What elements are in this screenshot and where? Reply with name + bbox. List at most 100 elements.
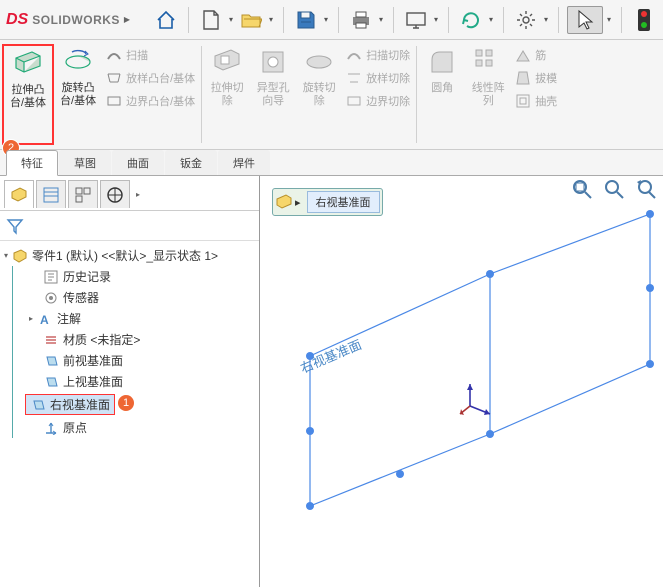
monitor-icon (405, 10, 427, 30)
part-icon (12, 248, 28, 264)
tab-sheetmetal[interactable]: 钣金 (165, 150, 217, 175)
panel-chevron-icon[interactable]: ▸ (132, 190, 144, 199)
filter-icon[interactable] (6, 217, 24, 235)
boundary-cut-button[interactable]: 边界切除 (346, 90, 410, 112)
fillet-button[interactable]: 圆角 (419, 44, 465, 145)
rebuild-button[interactable] (457, 6, 485, 34)
boundary-cut-icon (346, 93, 362, 109)
fillet-label: 圆角 (431, 82, 453, 95)
draft-icon (515, 70, 531, 86)
shell-label: 抽壳 (535, 93, 557, 109)
annotation-icon: A (37, 311, 53, 327)
tree-top-plane-label: 上视基准面 (63, 373, 123, 390)
plane-icon (43, 353, 59, 369)
draft-button[interactable]: 拔模 (515, 67, 557, 89)
tab-surfaces[interactable]: 曲面 (112, 150, 164, 175)
feature-tree-tab[interactable] (4, 180, 34, 208)
tree-top-plane[interactable]: 上视基准面 (25, 371, 257, 392)
revolve-cut-icon (303, 46, 335, 78)
tree-right-plane-label: 右视基准面 (50, 396, 110, 413)
revolve-cut-label: 旋转切 除 (303, 82, 336, 108)
tree-front-plane[interactable]: 前视基准面 (25, 350, 257, 371)
save-button[interactable] (292, 6, 320, 34)
sweep-button[interactable]: 扫描 (106, 44, 195, 66)
chevron-down-icon[interactable]: ▾ (322, 15, 330, 24)
tree-root-label: 零件1 (默认) <<默认>_显示状态 1> (32, 247, 218, 264)
loft-boss-label: 放样凸台/基体 (126, 70, 195, 86)
config-icon (74, 186, 92, 204)
sweep-cut-label: 扫描切除 (366, 47, 410, 63)
chevron-down-icon[interactable]: ▾ (432, 15, 440, 24)
tree-origin[interactable]: 原点 (25, 417, 257, 438)
callout-1-badge: 1 (118, 395, 134, 411)
loft-icon (106, 70, 122, 86)
linear-pattern-label: 线性阵 列 (472, 82, 505, 108)
tree-annotations[interactable]: ▸ A 注解 (25, 308, 257, 329)
tree-root[interactable]: ▾ 零件1 (默认) <<默认>_显示状态 1> (2, 245, 257, 266)
expand-icon[interactable]: ▸ (29, 314, 33, 323)
chevron-right-icon[interactable]: ▶ (124, 15, 130, 24)
sweep-label: 扫描 (126, 47, 148, 63)
rib-button[interactable]: 筋 (515, 44, 557, 66)
print-button[interactable] (347, 6, 375, 34)
tree-history[interactable]: 历史记录 (25, 266, 257, 287)
boundary-boss-button[interactable]: 边界凸台/基体 (106, 90, 195, 112)
revolve-cut-button[interactable]: 旋转切 除 (296, 44, 342, 145)
revolve-boss-button[interactable]: 旋转凸 台/基体 (54, 44, 102, 145)
folder-open-icon (240, 9, 262, 31)
extrude-cut-button[interactable]: 拉伸切 除 (204, 44, 250, 145)
collapse-icon[interactable]: ▾ (4, 251, 8, 260)
loft-boss-button[interactable]: 放样凸台/基体 (106, 67, 195, 89)
extrude-boss-button[interactable]: 拉伸凸 台/基体 2 (2, 44, 54, 145)
extrude-boss-icon (12, 48, 44, 80)
rib-label: 筋 (535, 47, 546, 63)
dimxpert-icon (106, 186, 124, 204)
zoom-area-icon[interactable] (603, 178, 627, 202)
tree-sensors[interactable]: 传感器 (25, 287, 257, 308)
dimxpert-manager-tab[interactable] (100, 180, 130, 208)
command-tabs: 特征 草图 曲面 钣金 焊件 (0, 150, 663, 176)
options-button[interactable] (512, 6, 540, 34)
shell-button[interactable]: 抽壳 (515, 90, 557, 112)
boundary-icon (106, 93, 122, 109)
configuration-manager-tab[interactable] (68, 180, 98, 208)
select-button[interactable] (567, 6, 603, 34)
draft-label: 拔模 (535, 70, 557, 86)
tree-right-plane[interactable]: 右视基准面 1 (25, 392, 257, 417)
app-logo: DS SOLIDWORKS ▶ (6, 11, 140, 29)
zoom-fit-icon[interactable] (571, 178, 595, 202)
loft-cut-button[interactable]: 放样切除 (346, 67, 410, 89)
chevron-down-icon[interactable]: ▾ (377, 15, 385, 24)
tree-material-label: 材质 <未指定> (63, 331, 140, 348)
tree-origin-label: 原点 (63, 419, 87, 436)
hole-wizard-button[interactable]: 异型孔 向导 (250, 44, 296, 145)
chevron-down-icon[interactable]: ▾ (227, 15, 235, 24)
previous-view-icon[interactable] (635, 178, 657, 202)
chevron-down-icon[interactable]: ▾ (605, 15, 613, 24)
chevron-down-icon[interactable]: ▾ (487, 15, 495, 24)
home-button[interactable] (152, 6, 180, 34)
tab-features[interactable]: 特征 (6, 150, 58, 176)
shell-icon (515, 93, 531, 109)
material-icon (43, 332, 59, 348)
cursor-icon (576, 9, 594, 31)
traffic-light-button[interactable] (630, 6, 658, 34)
screen-button[interactable] (402, 6, 430, 34)
feature-ribbon: 拉伸凸 台/基体 2 旋转凸 台/基体 扫描 放样凸台/基体 边界凸台/基体 拉… (0, 40, 663, 150)
property-manager-tab[interactable] (36, 180, 66, 208)
linear-pattern-button[interactable]: 线性阵 列 (465, 44, 511, 145)
tree-material[interactable]: 材质 <未指定> (25, 329, 257, 350)
tab-weldments[interactable]: 焊件 (218, 150, 270, 175)
sweep-cut-button[interactable]: 扫描切除 (346, 44, 410, 66)
feature-tree: ▾ 零件1 (默认) <<默认>_显示状态 1> 历史记录 传感器 ▸ A (0, 241, 259, 442)
new-button[interactable] (197, 6, 225, 34)
chevron-down-icon[interactable]: ▾ (542, 15, 550, 24)
open-button[interactable] (237, 6, 265, 34)
tab-sketch[interactable]: 草图 (59, 150, 111, 175)
sensor-icon (43, 290, 59, 306)
hole-wizard-label: 异型孔 向导 (257, 82, 290, 108)
part-icon (10, 186, 28, 204)
chevron-down-icon[interactable]: ▾ (267, 15, 275, 24)
graphics-viewport[interactable]: ▸ 右视基准面 右视基准面 (260, 176, 663, 587)
plane-wireframe[interactable] (290, 206, 660, 536)
